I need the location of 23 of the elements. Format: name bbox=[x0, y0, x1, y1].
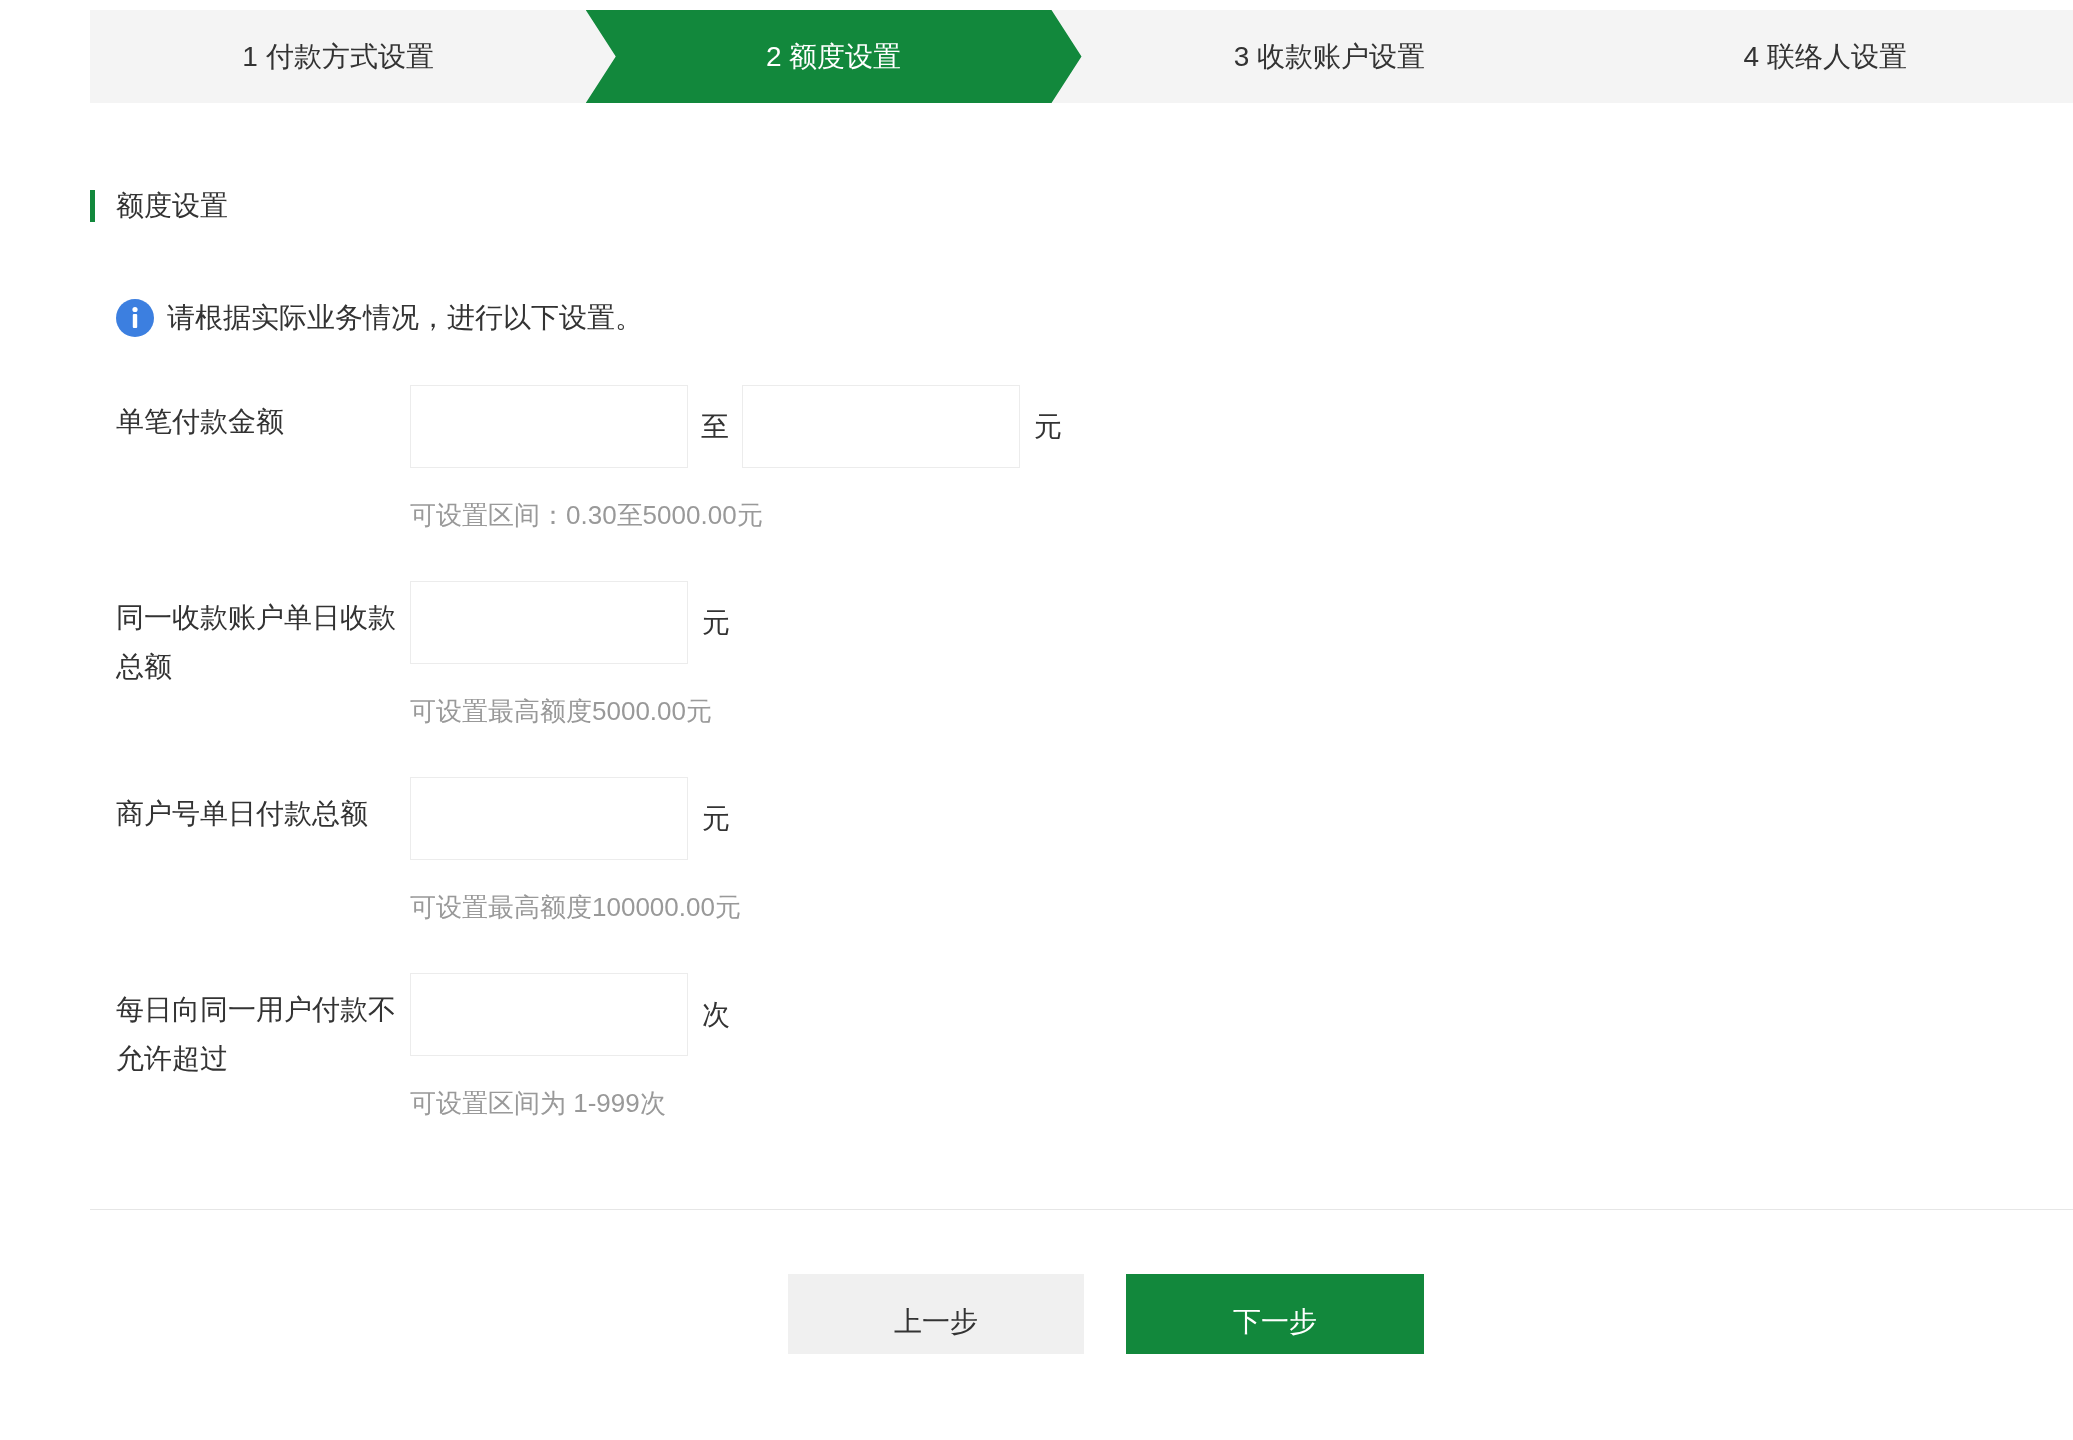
section-title: 额度设置 bbox=[116, 189, 228, 223]
field-label: 单笔付款金额 bbox=[116, 405, 285, 439]
field-label: 同一收款账户单日收款总额 bbox=[116, 601, 397, 684]
unit-label: 元 bbox=[702, 801, 730, 836]
hint-text: 可设置区间：0.30至5000.00元 bbox=[410, 499, 764, 532]
back-button[interactable]: 上一步 bbox=[788, 1274, 1084, 1354]
hint-text: 可设置最高额度100000.00元 bbox=[410, 891, 741, 924]
section-marker bbox=[90, 190, 95, 222]
unit-label: 元 bbox=[1034, 409, 1062, 444]
range-separator: 至 bbox=[701, 409, 729, 444]
step-tab[interactable]: 4 联络人设置 bbox=[1577, 10, 2073, 103]
unit-label: 次 bbox=[702, 997, 730, 1032]
field-label: 商户号单日付款总额 bbox=[116, 797, 369, 831]
next-button[interactable]: 下一步 bbox=[1126, 1274, 1424, 1354]
hint-text: 可设置区间为 1-999次 bbox=[410, 1087, 667, 1120]
info-message: 请根据实际业务情况，进行以下设置。 bbox=[167, 301, 643, 335]
unit-label: 元 bbox=[702, 605, 730, 640]
info-icon bbox=[116, 299, 154, 337]
step-tab[interactable]: 1 付款方式设置 bbox=[90, 10, 586, 103]
hint-text: 可设置最高额度5000.00元 bbox=[410, 695, 713, 728]
step-tab[interactable]: 3 收款账户设置 bbox=[1081, 10, 1578, 103]
field-label: 每日向同一用户付款不允许超过 bbox=[116, 993, 397, 1076]
step-tab[interactable]: 2 额度设置 bbox=[585, 10, 1082, 103]
